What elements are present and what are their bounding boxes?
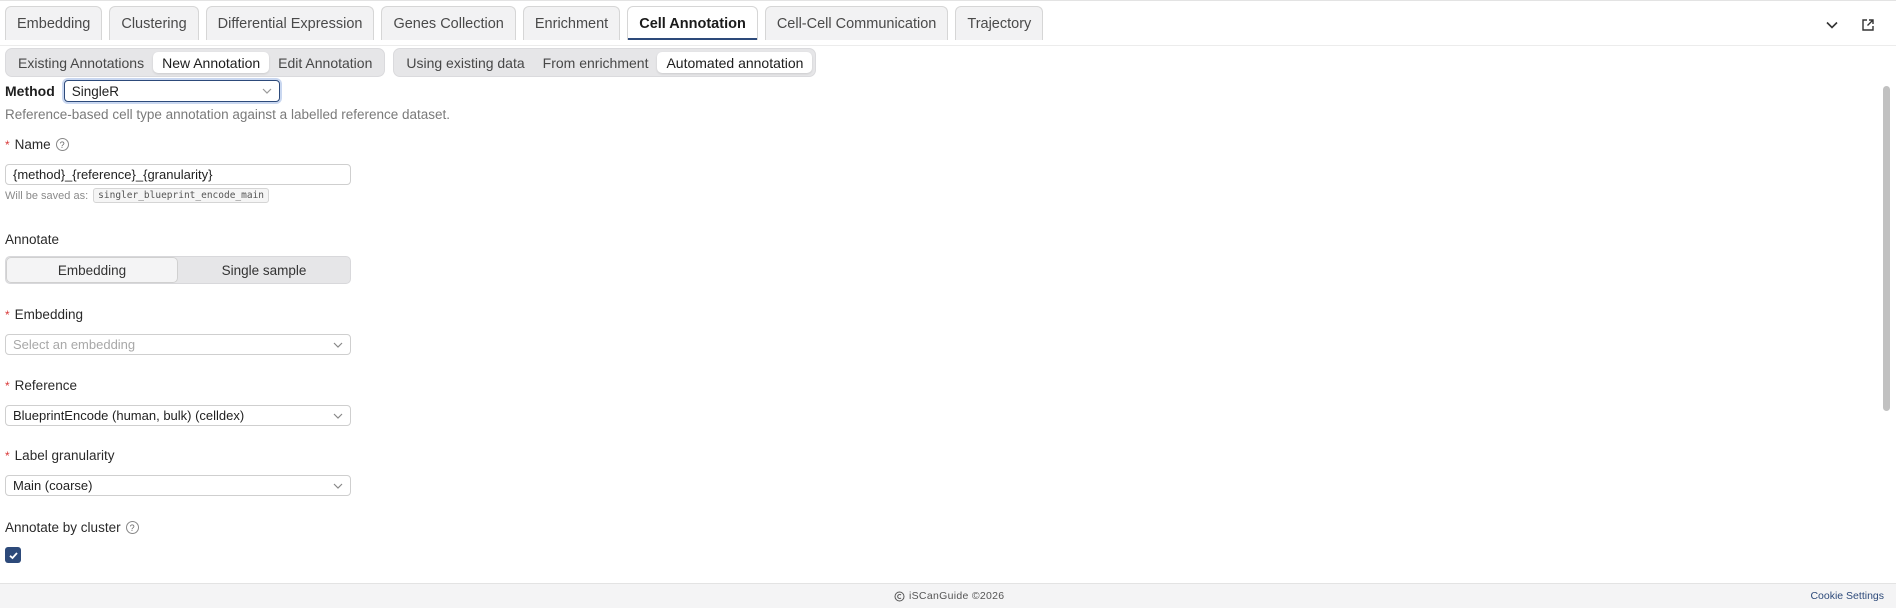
open-external-icon[interactable]: [1858, 15, 1878, 35]
annotate-by-cluster-checkbox[interactable]: [5, 547, 21, 563]
topbar-actions: [1822, 15, 1878, 35]
chevron-down-icon: [262, 88, 272, 94]
method-description: Reference-based cell type annotation aga…: [5, 107, 451, 122]
required-marker: *: [5, 307, 10, 322]
form-scrollbar[interactable]: [1881, 80, 1891, 577]
checkmark-icon: [8, 551, 18, 559]
cluster-field-label: Annotate by cluster ?: [5, 520, 139, 535]
help-icon[interactable]: ?: [125, 521, 139, 534]
reference-field-label: * Reference: [5, 378, 77, 393]
granularity-label-text: Label granularity: [14, 448, 115, 463]
top-tab-bar: Embedding Clustering Differential Expres…: [0, 0, 1896, 46]
reference-label-text: Reference: [14, 378, 77, 393]
subtab-edit-annotation[interactable]: Edit Annotation: [269, 52, 381, 73]
cluster-label-text: Annotate by cluster: [5, 520, 121, 535]
method-row: Method SingleR: [5, 80, 280, 102]
method-select[interactable]: SingleR: [63, 80, 280, 102]
embedding-label-text: Embedding: [14, 307, 83, 322]
subtab-new-annotation[interactable]: New Annotation: [153, 52, 270, 73]
annotate-label: Annotate: [5, 232, 59, 247]
subtab-automated-annotation[interactable]: Automated annotation: [657, 52, 813, 73]
method-select-value: SingleR: [71, 83, 120, 99]
annotate-option-embedding[interactable]: Embedding: [6, 257, 178, 283]
tab-embedding[interactable]: Embedding: [5, 6, 103, 40]
annotation-form: Method SingleR Reference-based cell type…: [5, 80, 1875, 577]
help-icon[interactable]: ?: [55, 138, 69, 151]
tab-trajectory[interactable]: Trajectory: [955, 6, 1044, 40]
tab-clustering[interactable]: Clustering: [109, 6, 199, 40]
annotate-label-text: Annotate: [5, 232, 60, 247]
required-marker: *: [5, 448, 10, 463]
granularity-select[interactable]: Main (coarse): [5, 475, 351, 496]
saved-as-hint: Will be saved as: singler_blueprint_enco…: [5, 188, 270, 203]
logo-icon: [894, 591, 905, 601]
chevron-down-icon: [333, 483, 343, 489]
cookie-settings-link[interactable]: Cookie Settings: [1810, 590, 1884, 602]
annotate-option-single-sample[interactable]: Single sample: [178, 257, 350, 283]
tab-genes-collection[interactable]: Genes Collection: [381, 6, 516, 40]
name-field-label: * Name ?: [5, 137, 69, 152]
name-label-text: Name: [14, 137, 51, 152]
embedding-select-placeholder: Select an embedding: [13, 337, 136, 352]
subtab-from-enrichment[interactable]: From enrichment: [534, 52, 658, 73]
chevron-down-icon[interactable]: [1822, 15, 1842, 35]
method-label: Method: [5, 83, 55, 99]
footer: iSCanGuide ©2026 Cookie Settings: [0, 583, 1896, 608]
annotate-target-segment: Embedding Single sample: [5, 256, 351, 284]
subtab-existing-annotations[interactable]: Existing Annotations: [9, 52, 153, 73]
granularity-field-label: * Label granularity: [5, 448, 115, 463]
copyright-text: iSCanGuide ©2026: [909, 590, 1005, 602]
reference-select[interactable]: BlueprintEncode (human, bulk) (celldex): [5, 405, 351, 426]
name-input[interactable]: {method}_{reference}_{granularity}: [5, 164, 351, 185]
copyright: iSCanGuide ©2026: [894, 590, 1004, 602]
reference-select-value: BlueprintEncode (human, bulk) (celldex): [13, 408, 245, 423]
annotation-source-segment: Using existing data From enrichment Auto…: [393, 48, 817, 77]
required-marker: *: [5, 378, 10, 393]
main-tabs: Embedding Clustering Differential Expres…: [5, 6, 1044, 40]
tab-cell-cell-communication[interactable]: Cell-Cell Communication: [764, 6, 949, 40]
tab-differential-expression[interactable]: Differential Expression: [205, 6, 375, 40]
annotation-mode-segment: Existing Annotations New Annotation Edit…: [5, 48, 386, 77]
embedding-field-label: * Embedding: [5, 307, 83, 322]
subtab-using-existing-data[interactable]: Using existing data: [397, 52, 533, 73]
chevron-down-icon: [333, 342, 343, 348]
required-marker: *: [5, 137, 10, 152]
saved-as-prefix: Will be saved as:: [5, 189, 89, 202]
embedding-select[interactable]: Select an embedding: [5, 334, 351, 355]
chevron-down-icon: [333, 413, 343, 419]
granularity-select-value: Main (coarse): [13, 478, 93, 493]
scrollbar-thumb[interactable]: [1883, 86, 1890, 411]
name-input-value: {method}_{reference}_{granularity}: [13, 167, 213, 182]
tab-enrichment[interactable]: Enrichment: [522, 6, 621, 40]
tab-cell-annotation[interactable]: Cell Annotation: [627, 6, 758, 40]
sub-tab-row: Existing Annotations New Annotation Edit…: [5, 48, 817, 77]
saved-as-code: singler_blueprint_encode_main: [93, 188, 270, 203]
